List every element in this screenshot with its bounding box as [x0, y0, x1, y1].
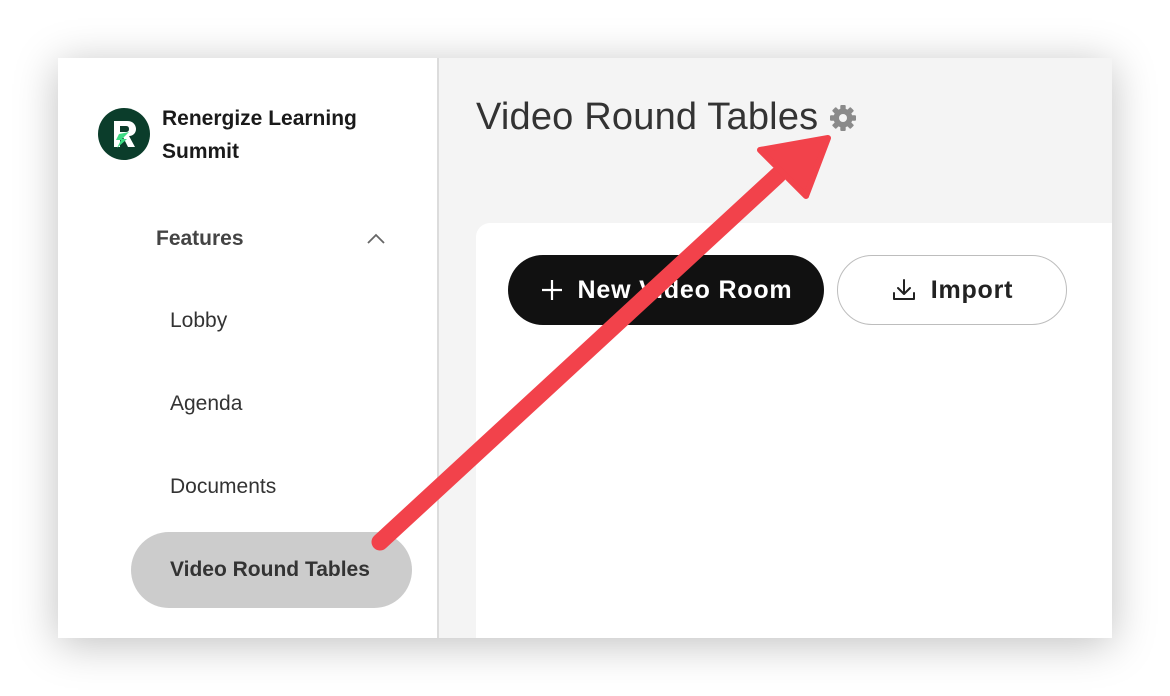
sidebar-item-lobby[interactable]: Lobby — [131, 283, 412, 359]
renergize-logo-icon — [98, 108, 150, 160]
sidebar-item-documents[interactable]: Documents — [131, 449, 412, 525]
page-header: Video Round Tables — [476, 96, 858, 139]
sidebar-item-label: Agenda — [170, 392, 243, 415]
sidebar-item-label: Video Round Tables — [170, 558, 370, 581]
main-content: Video Round Tables New Video Room Import — [439, 58, 1112, 638]
features-section-toggle[interactable]: Features — [156, 222, 386, 256]
brand-name: Renergize Learning Summit — [162, 107, 357, 163]
gear-icon[interactable] — [828, 103, 858, 133]
brand[interactable]: Renergize Learning Summit — [98, 107, 382, 168]
import-button[interactable]: Import — [837, 255, 1067, 325]
plus-icon — [541, 280, 562, 300]
sidebar: Renergize Learning Summit Features Lobby… — [58, 58, 439, 638]
download-icon — [892, 279, 915, 300]
new-video-room-button[interactable]: New Video Room — [508, 255, 824, 325]
sidebar-item-agenda[interactable]: Agenda — [131, 366, 412, 442]
sidebar-item-label: Lobby — [170, 309, 228, 332]
page-title: Video Round Tables — [476, 96, 819, 138]
import-label: Import — [930, 275, 1014, 304]
sidebar-item-label: Documents — [170, 475, 277, 498]
app-window: Renergize Learning Summit Features Lobby… — [58, 58, 1112, 638]
chevron-up-icon — [367, 233, 385, 244]
sidebar-item-video-round-tables[interactable]: Video Round Tables — [131, 532, 412, 608]
new-video-room-label: New Video Room — [577, 275, 793, 304]
rooms-card: New Video Room Import — [476, 223, 1112, 638]
section-title: Features — [156, 227, 244, 250]
